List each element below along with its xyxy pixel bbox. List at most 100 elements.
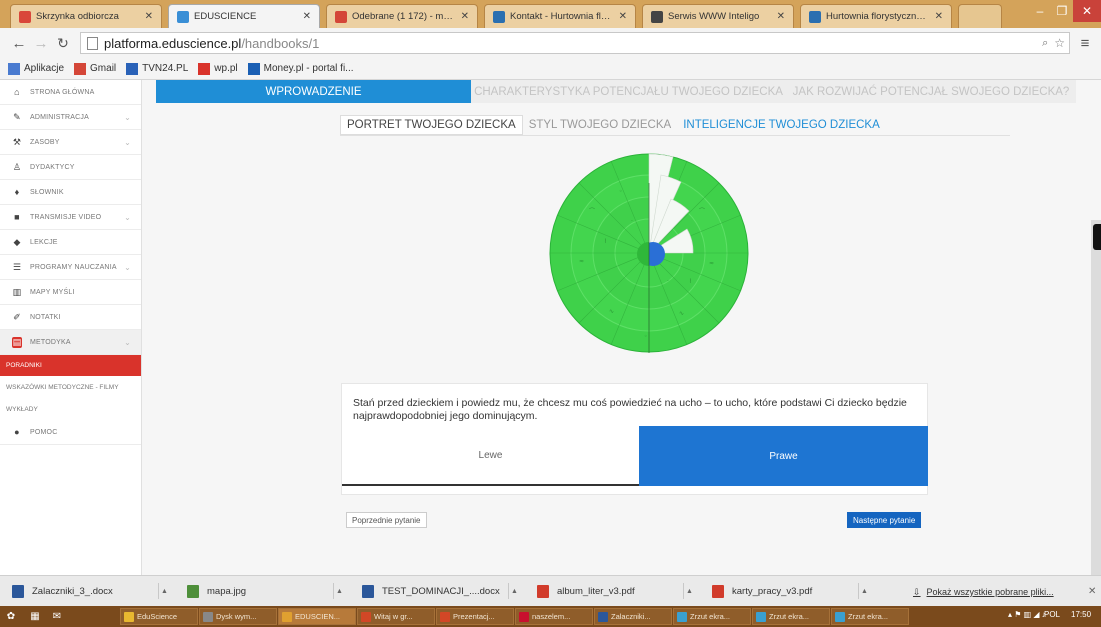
sidebar-item-help[interactable]: ● POMOC <box>0 420 141 445</box>
lessons-icon: ◆ <box>13 236 21 247</box>
subtab-portret[interactable]: PORTRET TWOJEGO DZIECKA <box>340 115 523 135</box>
home-icon: ⌂ <box>14 87 20 97</box>
sidebar-item[interactable]: ♦ SŁOWNIK <box>0 180 141 205</box>
side-edge-tab[interactable] <box>1093 224 1101 250</box>
svg-text:·: · <box>667 278 669 285</box>
download-menu-icon[interactable]: ▲ <box>508 583 520 599</box>
browser-tab[interactable]: Kontakt - Hurtownia flory ✕ <box>484 4 636 28</box>
bookmark-item[interactable]: Aplikacje <box>8 62 64 75</box>
sidebar-item[interactable]: ◆ LEKCJE <box>0 230 141 255</box>
back-arrow-icon[interactable]: ← <box>8 32 30 54</box>
close-tab-icon[interactable]: ✕ <box>303 11 311 22</box>
subtab-styl[interactable]: STYL TWOJEGO DZIECKA <box>523 115 678 135</box>
section-tab-wprowadzenie[interactable]: WPROWADZENIE <box>156 80 471 103</box>
previous-question-button[interactable]: Poprzednie pytanie <box>346 512 427 528</box>
sidebar-item[interactable]: ✎ ADMINISTRACJA ⌄ <box>0 105 141 130</box>
sidebar-item[interactable]: ⌂ STRONA GŁÓWNA <box>0 80 141 105</box>
clock[interactable]: 17:50 <box>1071 610 1091 619</box>
new-tab-button[interactable] <box>958 4 1002 28</box>
close-tab-icon[interactable]: ✕ <box>777 11 785 22</box>
sidebar-item[interactable]: ▥ MAPY MYŚLI <box>0 280 141 305</box>
download-item[interactable]: album_liter_v3.pdf ▲ <box>537 581 693 601</box>
bookmark-label: Money.pl - portal fi... <box>263 63 354 74</box>
sidebar-item[interactable]: ♙ DYDAKTYCY <box>0 155 141 180</box>
taskbar-window-button[interactable]: naszelem... <box>515 608 593 625</box>
browser-tab[interactable]: EDUSCIENCE ✕ <box>168 4 320 28</box>
download-menu-icon[interactable]: ▲ <box>333 583 345 599</box>
taskbar-window-button[interactable]: Zalaczniki... <box>594 608 672 625</box>
browser-tab[interactable]: Hurtownia florystyczna, H ✕ <box>800 4 952 28</box>
taskbar-window-button[interactable]: Zrzut ekra... <box>831 608 909 625</box>
zoom-icon[interactable]: ⌕ <box>1042 37 1048 50</box>
sidebar-item[interactable]: ▤ METODYKA ⌄ <box>0 330 141 355</box>
tray-icons[interactable]: ▴ ⚑ ▥ ◢ ♪ <box>1008 610 1046 619</box>
show-all-downloads-link[interactable]: ⇩ Pokaż wszystkie pobrane pliki... <box>913 587 1054 598</box>
svg-text:≈: ≈ <box>579 258 584 265</box>
browser-tab[interactable]: Serwis WWW Inteligo ✕ <box>642 4 794 28</box>
download-menu-icon[interactable]: ▲ <box>683 583 695 599</box>
taskbar-window-button[interactable]: Prezentacj... <box>436 608 514 625</box>
browser-tab[interactable]: Skrzynka odbiorcza ✕ <box>10 4 162 28</box>
page-scrollbar[interactable] <box>1091 220 1101 575</box>
bookmark-item[interactable]: TVN24.PL <box>126 62 188 75</box>
explorer-icon[interactable]: ▦ <box>28 609 42 623</box>
main-content: WPROWADZENIE CHARAKTERYSTYKA POTENCJAŁU … <box>142 80 1101 575</box>
portrait-wheel[interactable]: ⌒ ⌒ ≈ ≈ ∿ ∿ ◦ ◦ ⌇ ⌇ · · <box>549 153 749 353</box>
chevron-down-icon: ⌄ <box>124 137 131 147</box>
download-item[interactable]: mapa.jpg ▲ <box>187 581 343 601</box>
close-tab-icon[interactable]: ✕ <box>619 11 627 22</box>
svg-text:∿: ∿ <box>609 308 614 315</box>
close-window-button[interactable]: ✕ <box>1073 0 1101 22</box>
close-tab-icon[interactable]: ✕ <box>145 11 153 22</box>
pdf-icon <box>519 611 529 622</box>
taskbar-window-button[interactable]: Zrzut ekra... <box>673 608 751 625</box>
download-item[interactable]: Zalaczniki_3_.docx ▲ <box>12 581 168 601</box>
browser-tab-title: Skrzynka odbiorcza <box>36 11 119 22</box>
section-tab-charakterystyka[interactable]: CHARAKTERYSTYKA POTENCJAŁU TWOJEGO DZIEC… <box>471 80 786 103</box>
sidebar-subitem[interactable]: WSKAZÓWKI METODYCZNE - FILMY <box>0 376 141 398</box>
bookmark-item[interactable]: Gmail <box>74 62 116 75</box>
start-icon[interactable]: ✿ <box>4 609 18 623</box>
close-tab-icon[interactable]: ✕ <box>461 11 469 22</box>
browser-tab[interactable]: Odebrane (1 172) - marta. ✕ <box>326 4 478 28</box>
apps-grid-icon <box>8 62 20 75</box>
sidebar-item[interactable]: ✐ NOTATKI <box>0 305 141 330</box>
reload-icon[interactable]: ↻ <box>52 32 74 54</box>
minimize-button[interactable]: – <box>1029 0 1051 22</box>
close-download-shelf-icon[interactable]: ✕ <box>1088 586 1096 597</box>
section-tab-jak-rozwijac[interactable]: JAK ROZWIJAĆ POTENCJAŁ SWOJEGO DZIECKA? <box>786 80 1076 103</box>
user-icon: ♙ <box>12 161 22 172</box>
download-item[interactable]: karty_pracy_v3.pdf ▲ <box>712 581 868 601</box>
sidebar-subitem[interactable]: WYKŁADY <box>0 398 141 420</box>
sidebar-subitem[interactable]: PORADNIKI <box>0 355 141 376</box>
bookmark-item[interactable]: wp.pl <box>198 62 238 75</box>
download-item[interactable]: TEST_DOMINACJI_....docx ▲ <box>362 581 518 601</box>
sidebar-item[interactable]: ☰ PROGRAMY NAUCZANIA ⌄ <box>0 255 141 280</box>
next-question-button[interactable]: Następne pytanie <box>847 512 922 528</box>
menu-icon[interactable]: ≡ <box>1074 32 1096 54</box>
question-card: Stań przed dzieckiem i powiedz mu, że ch… <box>341 383 928 495</box>
taskbar-window-label: Prezentacj... <box>453 612 495 621</box>
download-menu-icon[interactable]: ▲ <box>858 583 870 599</box>
sidebar-item[interactable]: ■ TRANSMISJE VIDEO ⌄ <box>0 205 141 230</box>
taskbar-window-button[interactable]: EduScience <box>120 608 198 625</box>
taskbar-window-button[interactable]: EDUSCIEN... <box>278 608 356 625</box>
sub-tabs: PORTRET TWOJEGO DZIECKA STYL TWOJEGO DZI… <box>340 115 886 135</box>
language-indicator[interactable]: POL <box>1044 610 1060 619</box>
answer-right-button[interactable]: Prawe <box>639 426 928 486</box>
subtab-inteligencje[interactable]: INTELIGENCJE TWOJEGO DZIECKA <box>677 115 886 135</box>
bookmark-item[interactable]: Money.pl - portal fi... <box>247 62 354 75</box>
image-file-icon <box>187 584 199 598</box>
address-bar[interactable]: platforma.eduscience.pl/handbooks/1 ⌕ ☆ <box>80 32 1070 54</box>
forward-arrow-icon[interactable]: → <box>30 32 52 54</box>
download-menu-icon[interactable]: ▲ <box>158 583 170 599</box>
outlook-icon[interactable]: ✉ <box>50 609 64 623</box>
close-tab-icon[interactable]: ✕ <box>935 11 943 22</box>
taskbar-window-button[interactable]: Zrzut ekra... <box>752 608 830 625</box>
taskbar-window-button[interactable]: Dysk wym... <box>199 608 277 625</box>
star-icon[interactable]: ☆ <box>1054 36 1065 50</box>
answer-left-button[interactable]: Lewe <box>342 426 639 486</box>
restore-button[interactable]: ❐ <box>1051 0 1073 22</box>
taskbar-window-button[interactable]: Witaj w gr... <box>357 608 435 625</box>
sidebar-item[interactable]: ⚒ ZASOBY ⌄ <box>0 130 141 155</box>
